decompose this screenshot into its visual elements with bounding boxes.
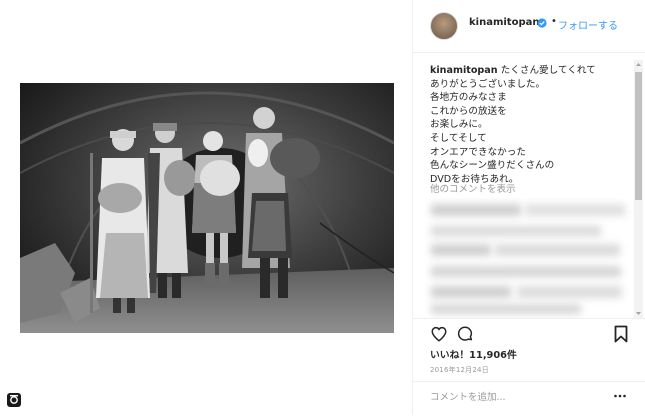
photo-pane (0, 0, 412, 415)
instagram-glyph-icon (7, 393, 21, 407)
caption: kinamitopan たくさん愛してくれて ありがとうございました。 各地方の… (430, 64, 630, 186)
comment-bubble-icon[interactable] (456, 325, 474, 343)
caption-line-8: 色んなシーン盛りだくさんの (430, 160, 555, 172)
scrollbar-thumb[interactable] (635, 72, 642, 200)
caption-username[interactable]: kinamitopan (430, 65, 498, 76)
blurred-comment (525, 204, 625, 216)
blurred-comment (431, 266, 621, 277)
scroll-up-arrow-icon[interactable] (634, 60, 643, 69)
caption-line-6: そしてそして (430, 132, 487, 144)
caption-first-line: kinamitopan たくさん愛してくれて (430, 64, 630, 78)
comment-input[interactable] (430, 387, 600, 407)
separator-dot: • (551, 16, 557, 27)
post-header: kinamitopan • フォローする (413, 0, 645, 53)
verified-badge-icon (537, 18, 547, 28)
blurred-comment (431, 286, 511, 298)
likes-count[interactable]: いいね！11,906件 (430, 347, 517, 361)
caption-line-2: ありがとうございました。 (430, 78, 546, 90)
post-side-panel: kinamitopan • フォローする kinamitopan たくさん愛して… (413, 0, 645, 415)
caption-line-3: 各地方のみなさま (430, 92, 507, 104)
post-photo[interactable] (20, 83, 394, 333)
blurred-comment (517, 286, 622, 298)
load-more-comments-link[interactable]: 他のコメントを表示 (430, 181, 516, 195)
comment-bar (413, 381, 645, 418)
caption-line-1: たくさん愛してくれて (500, 65, 596, 76)
post-actions: いいね！11,906件 2016年12月24日 (413, 318, 645, 417)
blurred-comment (495, 244, 620, 256)
blurred-comment (431, 226, 601, 236)
scroll-down-arrow-icon[interactable] (634, 309, 643, 318)
more-options-icon[interactable] (613, 391, 627, 401)
bookmark-icon[interactable] (614, 325, 628, 343)
heart-icon[interactable] (430, 325, 448, 343)
caption-line-5: お楽しみに。 (430, 119, 488, 131)
comments-scrollbar[interactable] (634, 60, 643, 318)
avatar[interactable] (430, 12, 458, 40)
caption-line-4: これからの放送を (430, 105, 507, 117)
blurred-comment (431, 204, 521, 216)
follow-button[interactable]: フォローする (558, 17, 618, 32)
caption-line-7: オンエアできなかった (430, 146, 526, 158)
post-date[interactable]: 2016年12月24日 (430, 365, 489, 375)
blurred-comments (425, 198, 635, 318)
header-username[interactable]: kinamitopan (469, 17, 539, 28)
blurred-comment (431, 244, 491, 256)
blurred-comment (431, 304, 581, 314)
